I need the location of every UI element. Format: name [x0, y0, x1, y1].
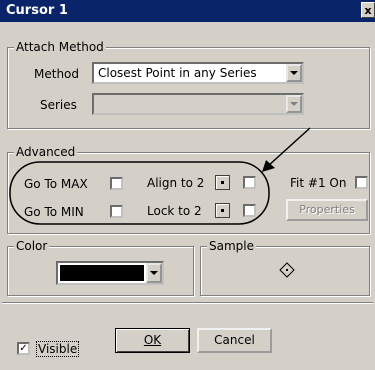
ok-label: OK: [143, 333, 162, 347]
cancel-label: Cancel: [214, 333, 255, 347]
separator: [2, 302, 373, 304]
ok-button[interactable]: OK: [115, 328, 190, 353]
color-legend: Color: [14, 239, 50, 253]
color-swatch: [60, 265, 144, 281]
annotation-overlay: [9, 127, 311, 225]
visible-label[interactable]: Visible: [36, 341, 80, 357]
color-dropdown[interactable]: [56, 261, 164, 285]
sample-legend: Sample: [207, 239, 256, 253]
diamond-cursor-icon: [279, 262, 295, 278]
chevron-down-icon: [150, 271, 158, 275]
color-dropdown-button[interactable]: [146, 263, 162, 283]
cancel-button[interactable]: Cancel: [197, 328, 272, 353]
visible-checkbox[interactable]: ✓: [17, 342, 30, 355]
